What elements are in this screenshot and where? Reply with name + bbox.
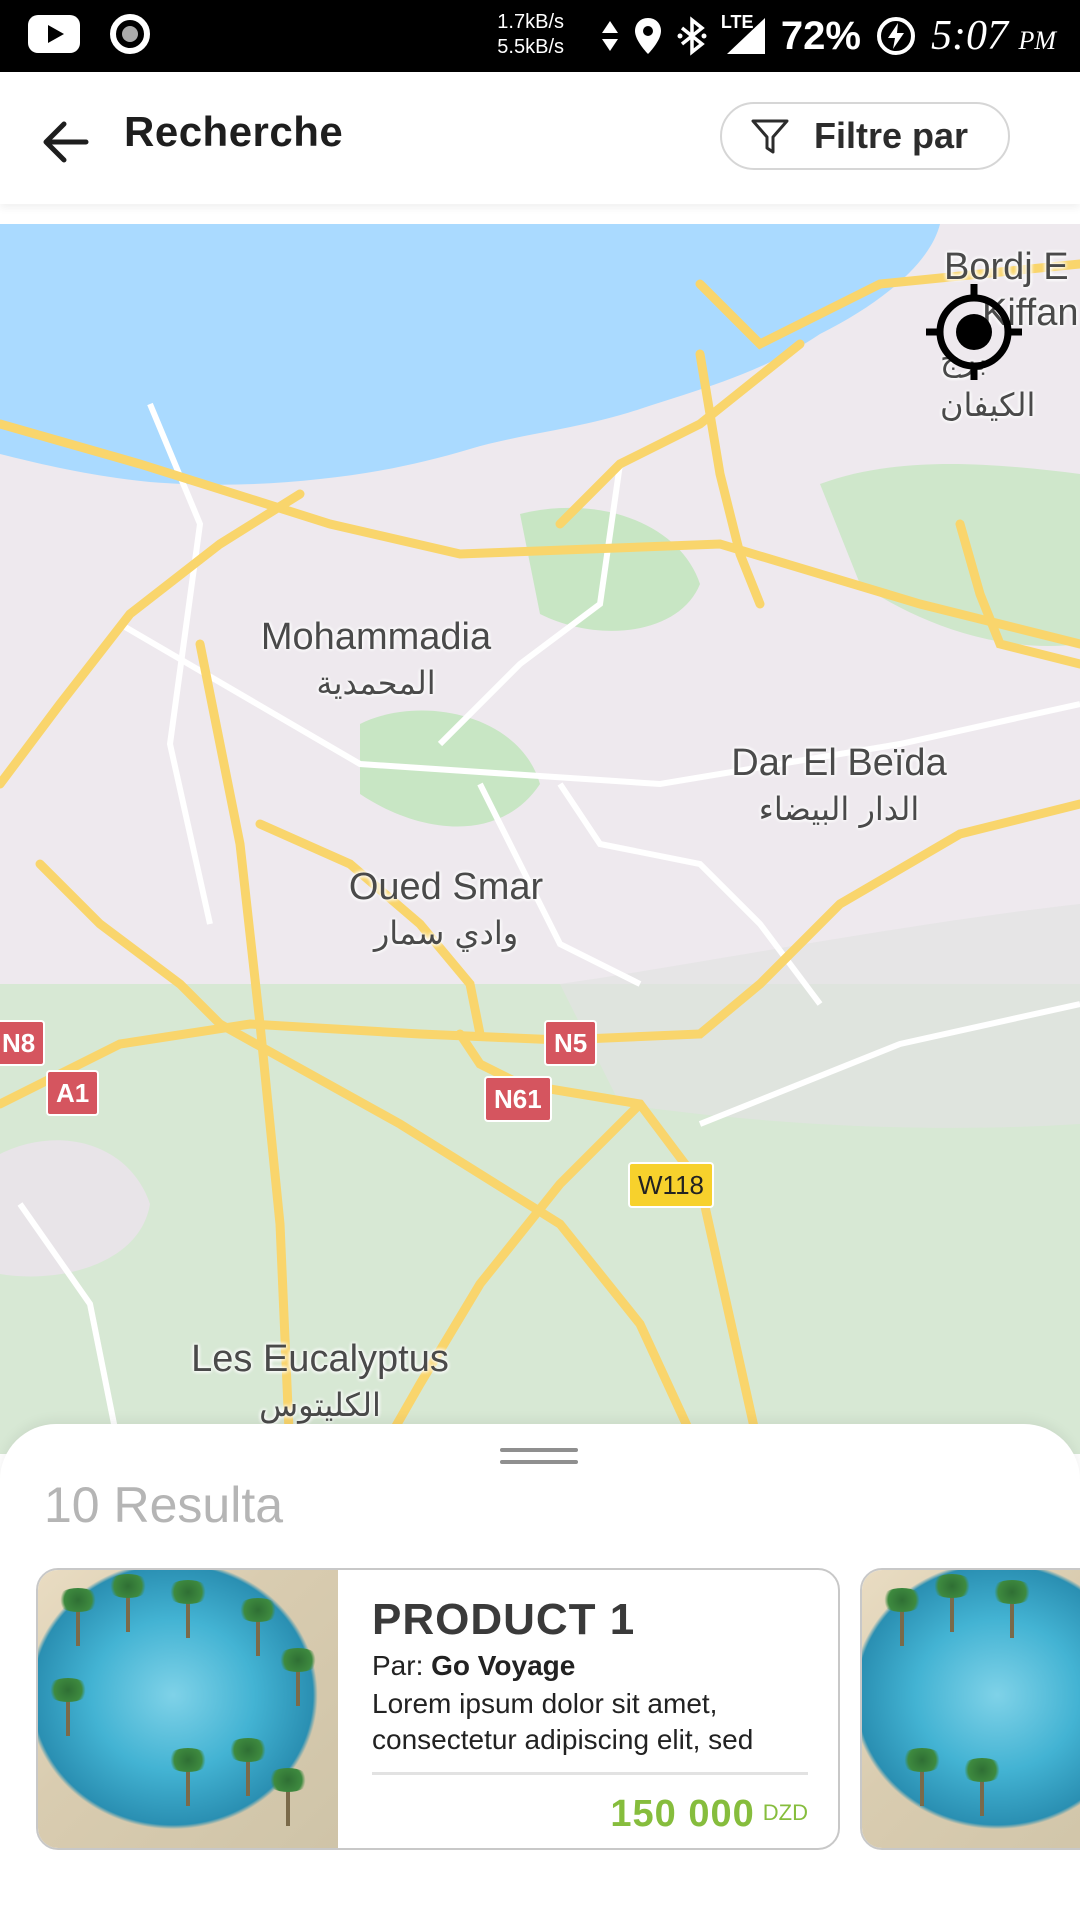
vendor-name: Go Voyage	[431, 1650, 576, 1681]
back-button[interactable]	[36, 112, 96, 172]
price-currency: DZD	[762, 1799, 808, 1825]
network-speed: 1.7kB/s 5.5kB/s	[488, 10, 564, 60]
results-bottom-sheet[interactable]: 10 Resulta PRODUCT 1 Par: Go Voyage Lore…	[0, 1424, 1080, 1920]
place-name: Dar El Beïda	[731, 742, 947, 784]
product-image	[862, 1570, 1080, 1848]
clock-meridiem: PM	[1018, 26, 1056, 55]
upload-speed: 5.5kB/s	[497, 36, 564, 58]
filter-button[interactable]: Filtre par	[720, 102, 1010, 170]
product-description: Lorem ipsum dolor sit amet, consectetur …	[372, 1688, 754, 1755]
road-shield: A1	[46, 1070, 100, 1116]
page-title: Recherche	[124, 108, 344, 155]
place-name: Les Eucalyptus	[191, 1338, 449, 1380]
place-label-mohammadia: Mohammadia المحمدية	[236, 614, 516, 706]
place-label-les-eucalyptus: Les Eucalyptus الكليتوس	[180, 1336, 460, 1428]
status-bar: 1.7kB/s 5.5kB/s LTE 72% 5:07 PM	[0, 0, 1080, 72]
clock-time: 5:07	[930, 13, 1008, 59]
funnel-icon	[751, 119, 789, 154]
product-card[interactable]	[860, 1568, 1080, 1850]
location-icon	[634, 18, 661, 54]
price-value: 150 000	[610, 1793, 755, 1835]
youtube-icon	[28, 15, 80, 53]
place-name-arabic: الدار البيضاء	[758, 790, 920, 828]
map-view[interactable]: Bordj E Kiffan برج الكيفان Mohammadia ال…	[0, 224, 1080, 1454]
drag-handle[interactable]	[500, 1448, 578, 1468]
road-shield: N61	[484, 1076, 552, 1122]
signal-icon: LTE	[721, 12, 767, 56]
battery-percent: 72%	[780, 13, 861, 58]
place-name-arabic: المحمدية	[316, 664, 436, 702]
product-title: PRODUCT 1	[372, 1595, 636, 1644]
product-vendor: Par: Go Voyage	[372, 1650, 808, 1682]
vendor-label: Par:	[372, 1650, 424, 1681]
crosshair-icon	[926, 284, 1022, 380]
record-icon	[110, 14, 150, 54]
place-label-oued-smar: Oued Smar وادي سمار	[336, 864, 556, 956]
place-name: Oued Smar	[348, 866, 544, 908]
road-shield: N8	[0, 1020, 46, 1066]
product-image	[38, 1570, 338, 1848]
road-shield: W118	[628, 1162, 714, 1208]
data-arrows-icon	[601, 21, 618, 51]
filter-button-label: Filtre par	[814, 115, 969, 156]
divider	[372, 1772, 808, 1775]
clock: 5:07 PM	[931, 12, 1056, 60]
place-name-arabic: وادي سمار	[373, 914, 519, 952]
urban-area	[560, 904, 1080, 1128]
arrow-left-icon	[43, 121, 89, 163]
product-card[interactable]: PRODUCT 1 Par: Go Voyage Lorem ipsum dol…	[36, 1568, 840, 1850]
sea-area	[0, 224, 940, 485]
bluetooth-icon	[677, 16, 707, 56]
place-name: Mohammadia	[260, 616, 492, 658]
my-location-button[interactable]	[922, 280, 1026, 384]
product-price: 150 000 DZD	[372, 1793, 808, 1836]
park-area	[820, 464, 1080, 646]
app-bar: Recherche Filtre par	[0, 72, 1080, 204]
place-label-dar-el-beida: Dar El Beïda الدار البيضاء	[724, 740, 954, 832]
battery-saver-icon	[876, 17, 915, 55]
map-canvas[interactable]	[0, 224, 1080, 1454]
road-shield: N5	[544, 1020, 598, 1066]
download-speed: 1.7kB/s	[497, 11, 564, 33]
results-count: 10 Resulta	[44, 1477, 284, 1533]
place-name-arabic: الكليتوس	[259, 1386, 381, 1424]
